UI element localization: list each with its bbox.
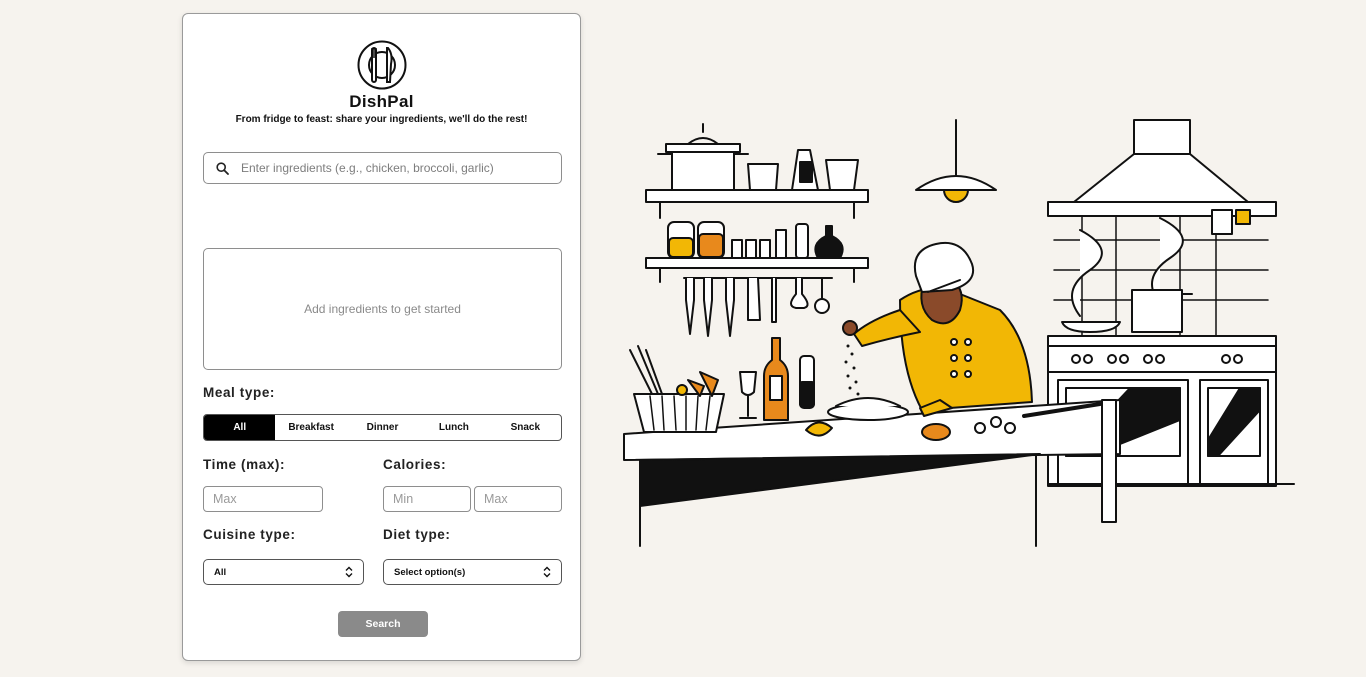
meal-type-option-snack[interactable]: Snack — [490, 415, 561, 440]
search-button[interactable]: Search — [338, 611, 428, 637]
diet-selected-value: Select option(s) — [394, 566, 466, 578]
cuisine-type-select[interactable]: All — [203, 559, 364, 585]
time-max-input[interactable] — [204, 491, 322, 507]
ingredients-empty-message: Add ingredients to get started — [304, 302, 461, 316]
ingredient-search-input[interactable] — [239, 160, 543, 176]
ingredient-search-field[interactable] — [203, 152, 562, 184]
diet-type-label: Diet type: — [383, 527, 451, 542]
ingredients-list-area: Add ingredients to get started — [203, 248, 562, 370]
chef-kitchen-illustration — [623, 119, 1295, 547]
calories-min-input[interactable] — [384, 491, 470, 507]
chevron-up-down-icon — [543, 566, 551, 578]
app-name: DishPal — [349, 92, 414, 111]
meal-type-option-all[interactable]: All — [204, 415, 276, 440]
chevron-up-down-icon — [345, 566, 353, 578]
time-label: Time (max): — [203, 457, 286, 472]
plate-fork-knife-icon — [357, 40, 407, 90]
calories-max-field[interactable] — [474, 486, 562, 512]
cuisine-selected-value: All — [214, 566, 227, 578]
diet-type-select[interactable]: Select option(s) — [383, 559, 562, 585]
calories-label: Calories: — [383, 457, 447, 472]
app-tagline: From fridge to feast: share your ingredi… — [235, 114, 528, 125]
calories-min-field[interactable] — [383, 486, 471, 512]
time-max-field[interactable] — [203, 486, 323, 512]
meal-type-option-lunch[interactable]: Lunch — [418, 415, 489, 440]
search-icon — [216, 161, 229, 175]
meal-type-selector: All Breakfast Dinner Lunch Snack — [203, 414, 562, 441]
meal-type-label: Meal type: — [203, 385, 276, 400]
calories-max-input[interactable] — [475, 491, 561, 507]
meal-type-option-dinner[interactable]: Dinner — [347, 415, 418, 440]
recipe-search-panel: DishPal From fridge to feast: share your… — [182, 13, 581, 661]
meal-type-option-breakfast[interactable]: Breakfast — [275, 415, 346, 440]
cuisine-type-label: Cuisine type: — [203, 527, 296, 542]
